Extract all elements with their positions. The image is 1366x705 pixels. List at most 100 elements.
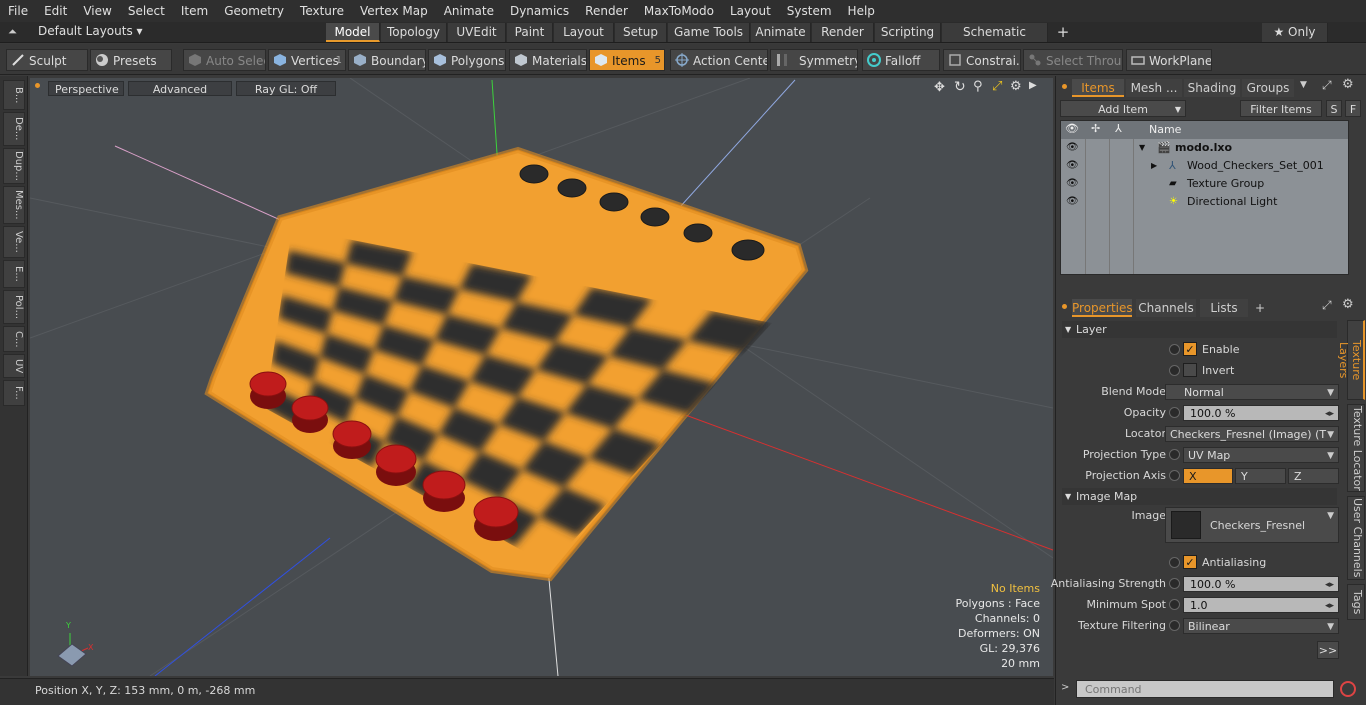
type-column-icon[interactable]: ⅄ (1115, 122, 1122, 135)
texture-filtering-select[interactable]: Bilinear ▼ (1183, 618, 1339, 634)
materials-button[interactable]: Materials (509, 49, 587, 71)
select-through-button[interactable]: Select Through (1023, 49, 1123, 71)
auto-select-button[interactable]: Auto Select (183, 49, 266, 71)
only-toggle[interactable]: ★ Only (1262, 23, 1328, 42)
items-button[interactable]: Items 5 (589, 49, 665, 71)
tab-model[interactable]: Model (326, 23, 380, 42)
tab-properties[interactable]: Properties (1072, 299, 1133, 317)
left-tab-uv[interactable]: UV (3, 354, 25, 378)
left-tab-curve[interactable]: C... (3, 326, 25, 352)
layout-menu-icon[interactable]: ⏶ (8, 25, 17, 39)
left-tab-duplicate[interactable]: Dup... (3, 148, 25, 184)
add-item-button[interactable]: Add Item ▼ (1060, 100, 1186, 117)
record-icon[interactable] (1340, 681, 1356, 697)
tab-items[interactable]: Items (1072, 79, 1124, 97)
menu-animate[interactable]: Animate (436, 0, 502, 22)
tab-paint[interactable]: Paint (507, 23, 553, 42)
image-map-section[interactable]: ▼ Image Map (1062, 488, 1337, 505)
tab-schematic-fusion[interactable]: Schematic Fusion (942, 23, 1048, 58)
side-tab-tags[interactable]: Tags (1347, 584, 1365, 620)
add-tab-button[interactable]: + (1050, 23, 1076, 42)
add-properties-tab-button[interactable]: + (1252, 299, 1268, 317)
item-row-modo[interactable]: 👁 ▼ 🎬 modo.lxo (1061, 139, 1350, 157)
slider-handle-icon[interactable]: ◂▸ (1325, 406, 1334, 422)
properties-settings-icon[interactable]: ⚙ (1342, 297, 1354, 312)
visibility-eye-icon[interactable]: 👁 (1066, 193, 1079, 211)
tab-lists[interactable]: Lists (1200, 299, 1248, 317)
left-tab-fusion[interactable]: F... (3, 380, 25, 406)
opacity-field[interactable]: 100.0 % ◂▸ (1183, 405, 1339, 421)
slider-handle-icon[interactable]: ◂▸ (1325, 598, 1334, 614)
workplane-button[interactable]: WorkPlane (1126, 49, 1212, 71)
filter-f-button[interactable]: F (1345, 100, 1361, 117)
menu-edit[interactable]: Edit (36, 0, 75, 22)
menu-geometry[interactable]: Geometry (216, 0, 292, 22)
tab-layout[interactable]: Layout (554, 23, 614, 42)
side-tab-user-channels[interactable]: User Channels (1347, 496, 1365, 580)
tab-scripting[interactable]: Scripting (875, 23, 941, 42)
tab-topology[interactable]: Topology (381, 23, 447, 42)
min-spot-reset-dot[interactable] (1169, 599, 1180, 610)
layer-section[interactable]: ▼ Layer (1062, 321, 1337, 338)
slider-handle-icon[interactable]: ◂▸ (1325, 577, 1334, 593)
left-tab-edge[interactable]: E... (3, 260, 25, 288)
filter-s-button[interactable]: S (1326, 100, 1342, 117)
constraints-button[interactable]: Constrai... (943, 49, 1021, 71)
projection-axis-z[interactable]: Z (1288, 468, 1339, 484)
command-input[interactable] (1076, 680, 1334, 698)
name-column-header[interactable]: Name (1149, 123, 1181, 136)
texture-filtering-reset-dot[interactable] (1169, 620, 1180, 631)
tab-uvedit[interactable]: UVEdit (448, 23, 506, 42)
tab-groups[interactable]: Groups (1242, 79, 1294, 97)
tab-game-tools[interactable]: Game Tools (668, 23, 750, 42)
boundary-button[interactable]: Boundary (348, 49, 426, 71)
antialiasing-checkbox[interactable]: ✓ (1183, 555, 1197, 569)
enable-reset-dot[interactable] (1169, 344, 1180, 355)
locator-select[interactable]: Checkers_Fresnel (Image) (T ...▼ (1165, 426, 1339, 457)
menu-system[interactable]: System (779, 0, 840, 22)
items-panel-dot[interactable] (1062, 84, 1067, 89)
left-tab-vertex[interactable]: Ve... (3, 226, 25, 258)
lock-column-icon[interactable]: ✢ (1091, 122, 1100, 135)
expand-arrow-icon[interactable]: ▶ (1151, 157, 1157, 175)
more-properties-button[interactable]: >> (1317, 641, 1339, 659)
items-panel-expand-icon[interactable]: ⤢ (1322, 78, 1332, 93)
layout-selector[interactable]: Default Layouts ▾ (38, 24, 143, 38)
menu-layout[interactable]: Layout (722, 0, 779, 22)
item-row-directional-light[interactable]: 👁 ☀ Directional Light (1061, 193, 1350, 211)
properties-panel-dot[interactable] (1062, 304, 1067, 309)
menu-item[interactable]: Item (173, 0, 216, 22)
tab-shading[interactable]: Shading (1184, 79, 1240, 97)
menu-render[interactable]: Render (577, 0, 636, 22)
projection-axis-y[interactable]: Y (1235, 468, 1286, 484)
image-select[interactable]: Checkers_Fresnel ▼ (1165, 507, 1339, 543)
visibility-column-icon[interactable]: 👁 (1065, 122, 1079, 135)
sculpt-button[interactable]: Sculpt (6, 49, 88, 71)
items-tabs-dropdown-icon[interactable]: ▼ (1300, 80, 1307, 90)
filter-items-field[interactable]: Filter Items (1240, 100, 1322, 117)
item-row-wood-checkers[interactable]: 👁 ▶ ⅄ Wood_Checkers_Set_001 (1061, 157, 1350, 175)
tab-animate[interactable]: Animate (751, 23, 811, 42)
menu-maxtomodo[interactable]: MaxToModo (636, 0, 722, 22)
left-tab-basic[interactable]: B... (3, 80, 25, 110)
menu-file[interactable]: File (0, 0, 36, 22)
antialiasing-reset-dot[interactable] (1169, 557, 1180, 568)
tab-render[interactable]: Render (812, 23, 874, 42)
enable-checkbox[interactable]: ✓ (1183, 342, 1197, 356)
side-tab-texture-locator[interactable]: Texture Locator (1347, 404, 1365, 492)
aa-strength-reset-dot[interactable] (1169, 578, 1180, 589)
expand-arrow-icon[interactable]: ▼ (1139, 139, 1145, 157)
aa-strength-field[interactable]: 100.0 % ◂▸ (1183, 576, 1339, 592)
side-tab-texture-layers[interactable]: Texture Layers (1337, 320, 1365, 400)
visibility-eye-icon[interactable]: 👁 (1066, 139, 1079, 157)
items-panel-settings-icon[interactable]: ⚙ (1342, 77, 1354, 92)
vertices-button[interactable]: Vertices 1 (268, 49, 346, 71)
min-spot-field[interactable]: 1.0 ◂▸ (1183, 597, 1339, 613)
falloff-button[interactable]: Falloff (862, 49, 940, 71)
menu-vertex-map[interactable]: Vertex Map (352, 0, 436, 22)
tab-channels[interactable]: Channels (1136, 299, 1196, 317)
projection-axis-x[interactable]: X (1183, 468, 1233, 484)
left-tab-mesh-edit[interactable]: Mes... (3, 186, 25, 224)
projection-type-reset-dot[interactable] (1169, 449, 1180, 460)
invert-reset-dot[interactable] (1169, 365, 1180, 376)
